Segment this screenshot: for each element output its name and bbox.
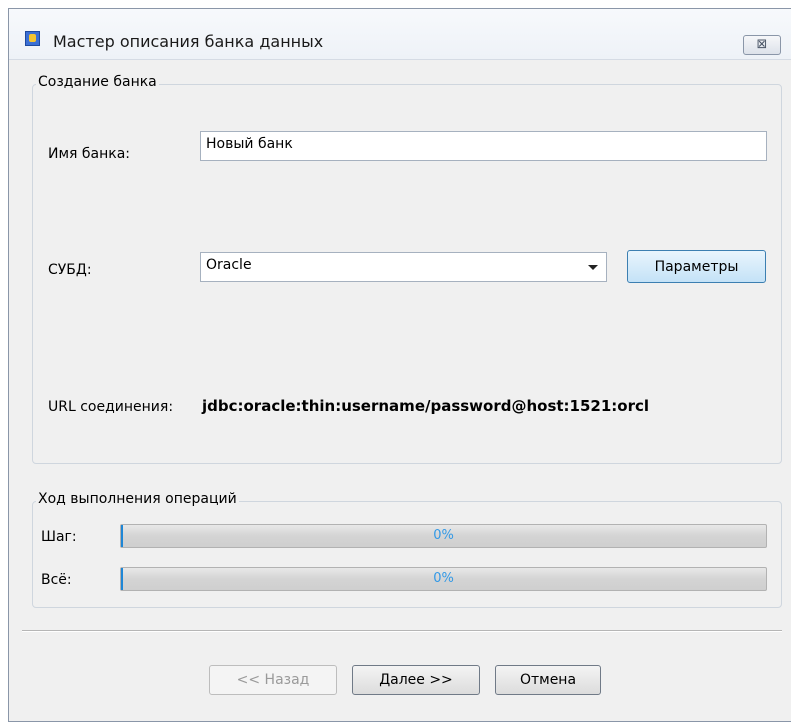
url-value: jdbc:oracle:thin:username/password@host:… bbox=[202, 397, 650, 415]
cancel-button[interactable]: Отмена bbox=[495, 665, 601, 695]
step-progress-bar: 0% bbox=[120, 524, 767, 548]
close-button[interactable]: ⊠ bbox=[743, 35, 781, 55]
bank-name-input[interactable]: Новый банк bbox=[200, 131, 767, 161]
step-progress-text: 0% bbox=[433, 528, 454, 543]
bank-name-label: Имя банка: bbox=[48, 146, 131, 162]
create-bank-legend: Создание банка bbox=[36, 74, 159, 90]
dbms-label: СУБД: bbox=[48, 262, 92, 278]
step-label: Шаг: bbox=[41, 529, 77, 545]
all-label: Всё: bbox=[41, 572, 72, 588]
chevron-down-icon[interactable] bbox=[588, 265, 598, 270]
all-progress-bar: 0% bbox=[120, 567, 767, 591]
app-icon bbox=[25, 31, 40, 46]
dbms-select[interactable]: Oracle bbox=[200, 252, 607, 282]
window-title: Мастер описания банка данных bbox=[53, 32, 324, 51]
all-progress-text: 0% bbox=[433, 571, 454, 586]
progress-group bbox=[32, 501, 782, 608]
progress-legend: Ход выполнения операций bbox=[36, 491, 239, 507]
title-bar[interactable]: Мастер описания банка данных ⊠ bbox=[9, 9, 791, 60]
close-icon: ⊠ bbox=[756, 37, 768, 52]
params-button[interactable]: Параметры bbox=[627, 250, 766, 283]
back-button[interactable]: << Назад bbox=[209, 665, 337, 695]
footer-divider bbox=[22, 630, 782, 632]
next-button[interactable]: Далее >> bbox=[352, 665, 480, 695]
dbms-select-value: Oracle bbox=[206, 257, 252, 273]
url-label: URL соединения: bbox=[48, 399, 174, 415]
